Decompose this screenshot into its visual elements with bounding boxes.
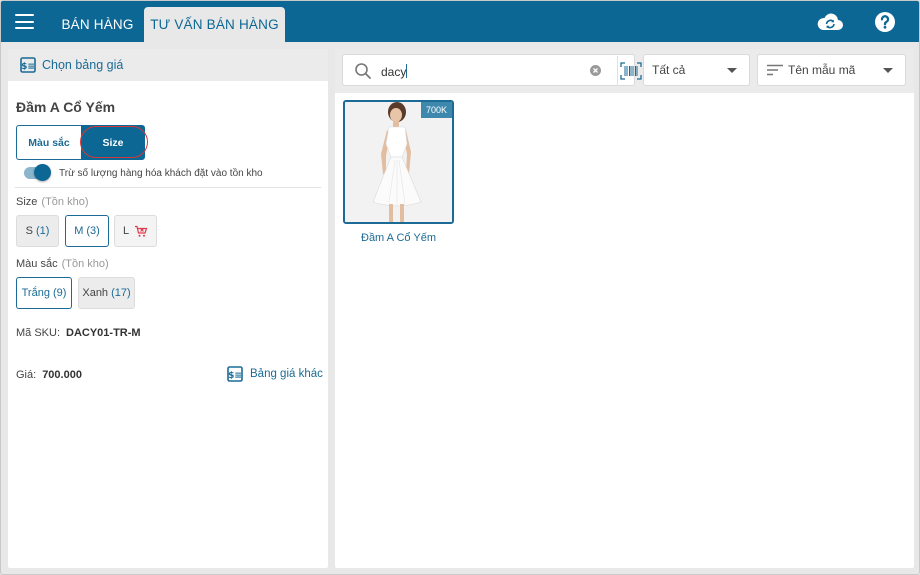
- caret-down-icon: [883, 68, 893, 73]
- product-image: [345, 102, 452, 222]
- price-list-icon: $≡: [20, 57, 36, 73]
- search-icon: [355, 63, 371, 79]
- app-window: BÁN HÀNG TƯ VẤN BÁN HÀNG $≡ Chọn bảng gi…: [0, 0, 920, 575]
- deduct-stock-label: Trừ số lượng hàng hóa khách đặt vào tồn …: [59, 167, 263, 179]
- deduct-stock-toggle[interactable]: [24, 164, 51, 181]
- other-price-list-button[interactable]: $≡ Bảng giá khác: [227, 366, 323, 382]
- tab-tu-van-ban-hang[interactable]: TƯ VẤN BÁN HÀNG: [144, 7, 285, 42]
- search-box[interactable]: dacy: [342, 54, 642, 86]
- price-badge: 700K: [420, 102, 452, 118]
- barcode-scan-icon[interactable]: [617, 56, 643, 86]
- variant-segment-control: Màu sắc Size: [16, 125, 145, 160]
- category-filter-dropdown[interactable]: Tất cả: [643, 54, 750, 86]
- other-price-list-label: Bảng giá khác: [250, 368, 323, 380]
- sort-dropdown[interactable]: Tên mẫu mã: [757, 54, 906, 86]
- price-list-icon: $≡: [227, 366, 243, 382]
- segment-mau-sac[interactable]: Màu sắc: [16, 125, 81, 160]
- color-chip-xanh[interactable]: Xanh (17): [78, 277, 135, 309]
- choose-price-list-button[interactable]: $≡ Chọn bảng giá: [8, 49, 328, 81]
- sku-value: DACY01-TR-M: [66, 327, 141, 339]
- cart-remove-icon: [135, 225, 148, 237]
- clear-icon[interactable]: [590, 65, 601, 76]
- sku-row: Mã SKU: DACY01-TR-M: [16, 327, 141, 339]
- caret-down-icon: [727, 68, 737, 73]
- choose-price-list-label: Chọn bảng giá: [42, 58, 124, 72]
- filter-toolbar: dacy Tất cả Tên mẫu mã: [335, 49, 914, 93]
- search-input[interactable]: dacy: [381, 64, 408, 79]
- cloud-sync-icon[interactable]: [816, 9, 844, 35]
- tab-ban-hang[interactable]: BÁN HÀNG: [50, 7, 145, 42]
- svg-text:$≡: $≡: [21, 62, 35, 72]
- size-chip-l[interactable]: L: [114, 215, 157, 247]
- product-card[interactable]: 700K: [343, 100, 454, 224]
- product-title: Đầm A Cổ Yếm: [16, 99, 116, 115]
- sort-icon: [767, 64, 783, 76]
- product-detail-panel: $≡ Chọn bảng giá Đầm A Cổ Yếm Màu sắc Si…: [8, 49, 328, 568]
- color-section-label: Màu sắc (Tồn kho): [16, 258, 109, 270]
- product-card-name[interactable]: Đầm A Cổ Yếm: [343, 232, 454, 244]
- size-section-label: Size (Tồn kho): [16, 196, 89, 208]
- product-list-panel: dacy Tất cả Tên mẫu mã 700K Đầm A Cổ Yếm: [335, 49, 914, 568]
- menu-icon[interactable]: [15, 14, 34, 29]
- size-chip-s[interactable]: S (1): [16, 215, 59, 247]
- segment-size[interactable]: Size: [81, 125, 145, 160]
- svg-text:$≡: $≡: [228, 371, 242, 381]
- price-row: Giá: 700.000: [16, 369, 82, 381]
- size-chip-m[interactable]: M (3): [65, 215, 109, 247]
- top-bar: BÁN HÀNG TƯ VẤN BÁN HÀNG: [1, 1, 919, 42]
- color-chip-trang[interactable]: Trắng (9): [16, 277, 72, 309]
- help-icon[interactable]: [871, 9, 899, 35]
- deduct-stock-toggle-row: Trừ số lượng hàng hóa khách đặt vào tồn …: [24, 164, 263, 181]
- divider: [15, 187, 321, 188]
- price-value: 700.000: [42, 369, 82, 381]
